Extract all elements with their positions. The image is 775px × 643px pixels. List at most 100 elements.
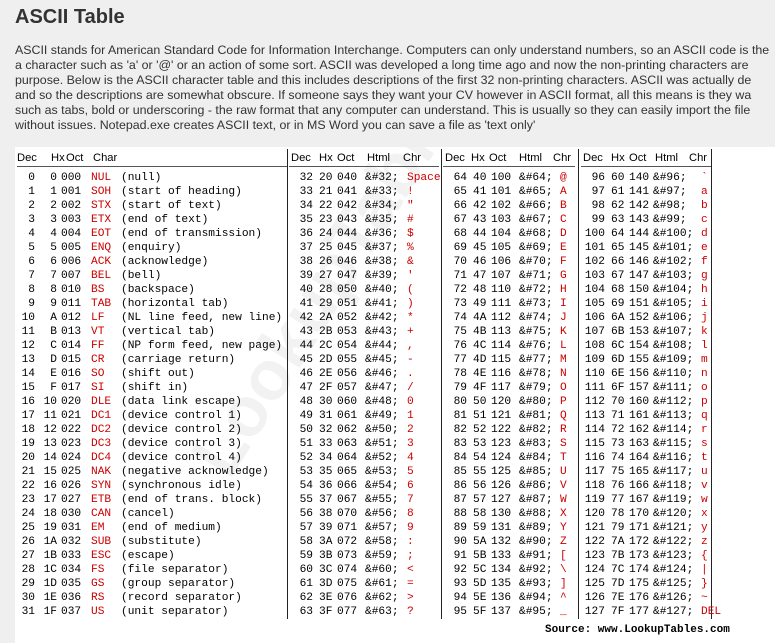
table-cell: 002	[61, 200, 82, 212]
table-cell: 127	[491, 494, 512, 506]
table-cell: 5E	[473, 592, 487, 604]
table-cell: 6C	[611, 340, 625, 352]
column-header: Html	[367, 152, 390, 164]
table-cell: 1B	[43, 550, 57, 562]
table-row: 4 4 004 EOT (end of transmission)	[15, 227, 287, 241]
table-cell: &#118;	[653, 480, 694, 492]
table-cell: 65	[453, 186, 467, 198]
table-cell: n	[701, 368, 708, 380]
table-cell: 28	[21, 564, 35, 576]
table-cell: 21	[319, 186, 333, 198]
table-cell: 22	[21, 480, 35, 492]
page-title: ASCII Table	[15, 6, 125, 28]
table-cell: 90	[453, 536, 467, 548]
table-row: 0 0 000 NUL (null)	[15, 171, 287, 185]
table-row: 101 65 145 &#101; e	[581, 241, 731, 255]
table-cell: 40	[299, 284, 313, 296]
table-row: 66 42 102 &#66; B	[443, 199, 593, 213]
table-cell: 112	[584, 396, 605, 408]
table-cell: >	[407, 592, 414, 604]
table-cell: e	[701, 242, 708, 254]
column-divider	[287, 149, 288, 619]
table-cell: 75	[611, 466, 625, 478]
table-cell: &#59;	[365, 550, 399, 562]
table-cell: Q	[560, 410, 567, 422]
table-row: 11 B 013 VT (vertical tab)	[15, 325, 287, 339]
table-cell: 015	[61, 354, 82, 366]
table-cell: j	[701, 312, 708, 324]
table-cell: 5	[50, 242, 57, 254]
table-cell: 6	[28, 256, 35, 268]
table-cell: 164	[629, 452, 650, 464]
table-cell: 167	[629, 494, 650, 506]
table-cell: t	[701, 452, 708, 464]
table-cell: )	[407, 298, 414, 310]
table-cell: M	[560, 354, 567, 366]
table-cell: 33	[319, 438, 333, 450]
table-cell: 67	[611, 270, 625, 282]
table-cell: DC3	[91, 438, 112, 450]
table-cell: GS	[91, 578, 105, 590]
table-row: 100 64 144 &#100; d	[581, 227, 731, 241]
table-cell: 014	[61, 340, 82, 352]
table-cell: 62	[299, 592, 313, 604]
table-cell: 77	[611, 494, 625, 506]
table-cell: 60	[611, 172, 625, 184]
table-cell: (cancel)	[121, 508, 175, 520]
table-cell: 116	[584, 452, 605, 464]
table-cell: 82	[453, 424, 467, 436]
table-cell: h	[701, 284, 708, 296]
table-row: 89 59 131 &#89; Y	[443, 521, 593, 535]
table-cell: 76	[611, 480, 625, 492]
table-cell: 125	[584, 578, 605, 590]
table-cell: &#126;	[653, 592, 694, 604]
table-cell: 133	[491, 550, 512, 562]
table-cell: 2D	[319, 354, 333, 366]
table-cell: 6F	[611, 382, 625, 394]
table-cell: 68	[611, 284, 625, 296]
table-cell: 70	[611, 396, 625, 408]
table-row: 107 6B 153 &#107; k	[581, 325, 731, 339]
table-cell: &#109;	[653, 354, 694, 366]
table-row: 58 3A 072 &#58;:	[289, 535, 439, 549]
table-cell: 122	[491, 424, 512, 436]
table-cell: 71	[453, 270, 467, 282]
table-cell: 58	[473, 508, 487, 520]
table-cell: 50	[299, 424, 313, 436]
table-cell: &#67;	[519, 214, 553, 226]
table-row: 93 5D 135 &#93;]	[443, 577, 593, 591]
table-cell: 12	[21, 340, 35, 352]
table-cell: &#113;	[653, 410, 694, 422]
table-cell: 9	[407, 522, 414, 534]
table-cell: A	[50, 312, 57, 324]
table-cell: DEL	[701, 606, 722, 618]
table-row: 92 5C 134 &#92; \	[443, 563, 593, 577]
table-cell: (unit separator)	[121, 606, 229, 618]
table-cell: 114	[491, 340, 512, 352]
table-row: 27 1B 033 ESC (escape)	[15, 549, 287, 563]
table-cell: 171	[629, 522, 650, 534]
table-row: 57 39 071 &#57; 9	[289, 521, 439, 535]
table-cell: 7	[28, 270, 35, 282]
table-cell: &#40;	[365, 284, 399, 296]
table-row: 64 40 100 &#64; @	[443, 171, 593, 185]
table-row: 75 4B 113 &#75; K	[443, 325, 593, 339]
table-cell: ~	[701, 592, 708, 604]
table-cell: (shift in)	[121, 382, 189, 394]
table-cell: 124	[491, 452, 512, 464]
table-cell: X	[560, 508, 567, 520]
table-row: 45 2D 055 &#45; -	[289, 353, 439, 367]
table-cell: 102	[584, 256, 605, 268]
table-cell: 000	[61, 172, 82, 184]
column-header: Chr	[403, 152, 422, 164]
table-cell: ETX	[91, 214, 112, 226]
column-header: Chr	[553, 152, 572, 164]
table-cell: 6D	[611, 354, 625, 366]
table-cell: O	[560, 382, 567, 394]
table-cell: 005	[61, 242, 82, 254]
table-cell: SUB	[91, 536, 112, 548]
table-cell: 59	[473, 522, 487, 534]
table-row: 104 68 150 &#104; h	[581, 283, 731, 297]
intro-line: a character such as 'a' or '@' or an act…	[15, 58, 749, 72]
table-cell: Y	[560, 522, 567, 534]
